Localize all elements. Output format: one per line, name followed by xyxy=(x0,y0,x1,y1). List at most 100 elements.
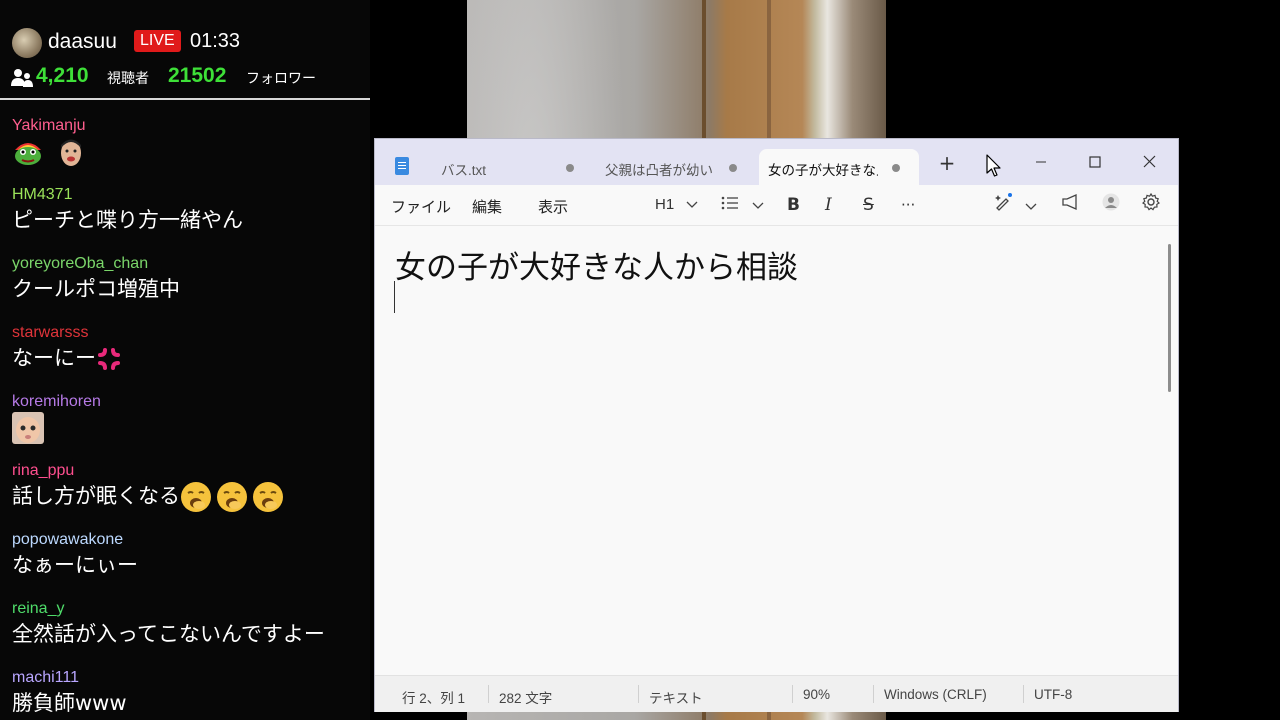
chat-text: 話し方が眠くなる xyxy=(12,481,288,513)
yawning-face-emoji xyxy=(217,482,247,512)
chat-username: HM4371 xyxy=(12,186,73,203)
chat-username: starwarsss xyxy=(12,324,89,341)
title-bar[interactable]: バス.txt 父親は凸者が幼い 女の子が大好きな人 + xyxy=(375,139,1178,185)
megaphone-icon xyxy=(1062,193,1077,211)
maximize-button[interactable] xyxy=(1072,147,1118,179)
rainbow-frog-emote xyxy=(15,143,41,165)
chat-text: ピーチと喋り方一緒やん xyxy=(12,208,243,232)
menu-file[interactable]: ファイル xyxy=(391,196,451,217)
bold-button[interactable]: B xyxy=(787,193,800,217)
chat-message: reina_y 全然話が入ってこないんですよー xyxy=(12,599,325,649)
maximize-icon xyxy=(1089,156,1101,168)
text-editor[interactable]: 女の子が大好きな人から相談 xyxy=(375,226,1178,674)
chat-text: 勝負師www xyxy=(12,691,127,715)
unsaved-dot-icon xyxy=(892,164,900,172)
chat-username: Yakimanju xyxy=(12,117,86,134)
chat-message: Yakimanju xyxy=(12,116,91,168)
mouse-pointer-icon xyxy=(986,154,1001,177)
chat-username: reina_y xyxy=(12,600,65,617)
viewers-icon xyxy=(11,69,33,87)
chevron-down-icon xyxy=(1025,203,1037,210)
chat-text xyxy=(12,136,91,168)
status-divider xyxy=(1023,685,1024,703)
notepad-app-icon xyxy=(395,157,409,175)
viewer-label: 視聴者 xyxy=(107,71,149,87)
character-count: 282 文字 xyxy=(499,691,553,706)
live-badge: LIVE xyxy=(134,30,181,52)
chat-text: クールポコ増殖中 xyxy=(12,277,180,301)
bulleted-list-icon xyxy=(721,196,738,210)
baby-face-emote xyxy=(12,412,44,444)
minimize-button[interactable] xyxy=(1018,147,1064,179)
chat-username: machi111 xyxy=(12,669,79,686)
notepad-window: バス.txt 父親は凸者が幼い 女の子が大好きな人 + ファイル 編集 表示 H… xyxy=(374,138,1179,712)
account-icon xyxy=(1102,193,1120,211)
zoom-level[interactable]: 90% xyxy=(803,687,830,702)
chat-message: machi111 勝負師www xyxy=(12,668,127,718)
yawning-face-emoji xyxy=(181,482,211,512)
heading-dropdown[interactable]: H1 xyxy=(655,193,698,217)
chat-text: なぁーにぃー xyxy=(12,553,138,577)
more-options-button[interactable]: ··· xyxy=(901,193,915,217)
chat-text xyxy=(12,412,101,444)
chat-message: rina_ppu 話し方が眠くなる xyxy=(12,461,288,513)
chat-message: yoreyoreOba_chan クールポコ増殖中 xyxy=(12,254,180,304)
encoding[interactable]: UTF-8 xyxy=(1034,687,1072,702)
chat-message: starwarsss なーにー xyxy=(12,323,126,373)
elapsed-time: 01:33 xyxy=(190,30,241,52)
tab-father-document[interactable]: 父親は凸者が幼い xyxy=(595,149,755,185)
chat-username: popowawakone xyxy=(12,531,124,548)
menu-bar: ファイル 編集 表示 H1 B I S ··· xyxy=(375,185,1178,226)
stream-overlay: daasuu LIVE 01:33 4,210 視聴者 21502 フォロワー … xyxy=(0,0,370,720)
cursor-position: 行 2、列 1 xyxy=(402,691,466,706)
stream-header: daasuu LIVE 01:33 4,210 視聴者 21502 フォロワー xyxy=(0,24,370,100)
status-divider xyxy=(638,685,639,703)
chat-message: popowawakone なぁーにぃー xyxy=(12,530,138,580)
unsaved-dot-icon xyxy=(566,164,574,172)
ai-rewrite-dropdown[interactable] xyxy=(994,193,1037,217)
list-dropdown[interactable] xyxy=(721,193,764,217)
chevron-down-icon xyxy=(686,201,698,208)
chat-username: koremihoren xyxy=(12,393,101,410)
chat-text: 全然話が入ってこないんですよー xyxy=(12,622,325,646)
follower-label: フォロワー xyxy=(246,71,316,87)
chat-message: HM4371 ピーチと喋り方一緒やん xyxy=(12,185,243,235)
close-icon xyxy=(1143,155,1155,168)
follower-count: 21502 xyxy=(168,64,227,87)
gear-icon xyxy=(1142,192,1160,211)
tab-active-document[interactable]: 女の子が大好きな人 xyxy=(759,149,919,185)
strikethrough-button[interactable]: S xyxy=(863,193,874,217)
chat-username: rina_ppu xyxy=(12,462,75,479)
settings-button[interactable] xyxy=(1142,192,1160,217)
status-divider xyxy=(792,685,793,703)
status-bar: 行 2、列 1 282 文字 テキスト 90% Windows (CRLF) U… xyxy=(375,675,1178,712)
close-button[interactable] xyxy=(1126,147,1172,179)
text-format[interactable]: テキスト xyxy=(649,687,703,707)
streamer-avatar xyxy=(12,28,42,58)
account-button[interactable] xyxy=(1102,193,1120,217)
tab-bus-txt[interactable]: バス.txt xyxy=(431,149,581,185)
vertical-scrollbar[interactable] xyxy=(1168,244,1171,392)
chat-message: koremihoren xyxy=(12,392,101,444)
chevron-down-icon xyxy=(752,202,764,209)
minimize-icon xyxy=(1036,161,1046,163)
face-emote xyxy=(60,139,81,166)
document-heading: 女の子が大好きな人から相談 xyxy=(395,250,798,286)
pen-sparkle-icon xyxy=(995,193,1012,211)
chat-text: なーにー xyxy=(12,343,126,373)
unsaved-dot-icon xyxy=(729,164,737,172)
line-ending[interactable]: Windows (CRLF) xyxy=(884,687,987,702)
yawning-face-emoji xyxy=(253,482,283,512)
menu-view[interactable]: 表示 xyxy=(538,196,568,217)
anger-symbol-emoji xyxy=(98,348,120,370)
italic-button[interactable]: I xyxy=(825,193,832,217)
announcement-button[interactable] xyxy=(1061,193,1081,217)
streamer-name: daasuu xyxy=(48,30,117,53)
new-tab-button[interactable]: + xyxy=(924,147,970,179)
status-divider xyxy=(873,685,874,703)
viewer-count: 4,210 xyxy=(36,64,89,87)
status-divider xyxy=(488,685,489,703)
text-caret xyxy=(394,281,395,313)
menu-edit[interactable]: 編集 xyxy=(472,196,502,217)
chat-username: yoreyoreOba_chan xyxy=(12,255,149,272)
